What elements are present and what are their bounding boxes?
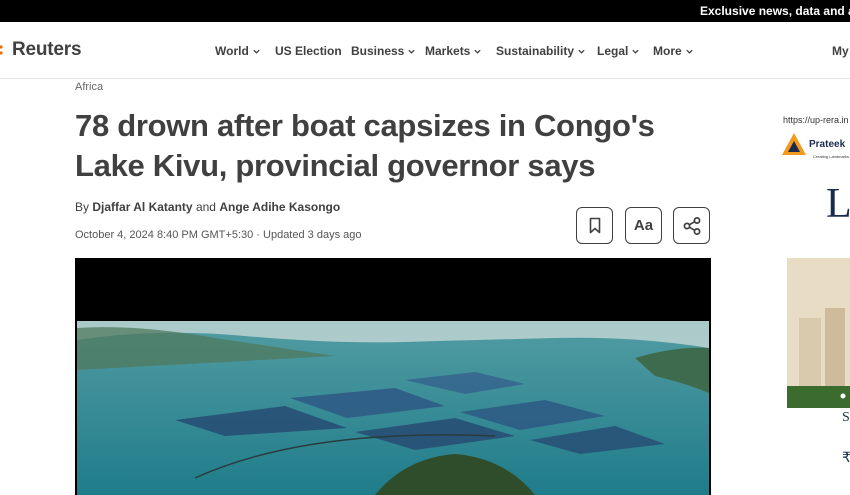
save-article-button[interactable] bbox=[576, 207, 613, 244]
chevron-down-icon bbox=[578, 49, 585, 54]
nav-markets[interactable]: Markets bbox=[425, 44, 482, 58]
nav-label: Markets bbox=[425, 44, 471, 58]
byline: By Djaffar Al Katanty and Ange Adihe Kas… bbox=[75, 200, 340, 214]
reuters-logo[interactable]: Reuters bbox=[0, 39, 82, 61]
share-icon bbox=[683, 216, 700, 235]
brand-name: Reuters bbox=[12, 39, 82, 60]
share-button[interactable] bbox=[673, 207, 710, 244]
byline-prefix: By bbox=[75, 200, 90, 214]
nav-business[interactable]: Business bbox=[351, 44, 416, 58]
nav-label: Business bbox=[351, 44, 405, 58]
nav-label: World bbox=[215, 44, 249, 58]
nav-label: US Election bbox=[275, 44, 342, 58]
text-size-button[interactable]: Aa bbox=[625, 207, 662, 244]
nav-label: Sustainability bbox=[496, 44, 575, 58]
publish-date: October 4, 2024 8:40 PM GMT+5:30 · Updat… bbox=[75, 229, 362, 241]
ad-tagline: Creating Landmarks bbox=[813, 154, 850, 159]
chevron-down-icon bbox=[474, 49, 482, 54]
nav-label: Legal bbox=[597, 44, 629, 58]
author-link[interactable]: Ange Adihe Kasongo bbox=[219, 200, 340, 214]
ad-brand-logo: Prateek bbox=[781, 132, 845, 156]
byline-conjunction: and bbox=[195, 200, 216, 214]
ad-glyph: S bbox=[842, 410, 850, 425]
nav-world[interactable]: World bbox=[215, 44, 261, 58]
promo-bar: Exclusive news, data and analytics bbox=[0, 0, 850, 22]
chevron-down-icon bbox=[686, 49, 693, 54]
sidebar-advertisement[interactable]: https://up-rera.in Prateek Creating Land… bbox=[778, 110, 850, 495]
reuters-logo-icon bbox=[0, 45, 3, 55]
building-photo bbox=[787, 258, 850, 408]
chevron-down-icon bbox=[253, 49, 260, 54]
nav-us-election[interactable]: US Election bbox=[275, 44, 342, 58]
nav-label: More bbox=[653, 44, 682, 58]
nav-legal[interactable]: Legal bbox=[597, 44, 640, 58]
ad-url: https://up-rera.in bbox=[783, 115, 849, 125]
ad-heading-letter: L bbox=[826, 181, 850, 227]
ad-brand-name: Prateek bbox=[809, 138, 846, 150]
ad-glyph: ₹ bbox=[842, 451, 850, 466]
account-label: My bbox=[832, 44, 849, 58]
my-account-link[interactable]: My bbox=[832, 44, 849, 58]
nav-more[interactable]: More bbox=[653, 44, 694, 58]
author-link[interactable]: Djaffar Al Katanty bbox=[92, 200, 192, 214]
chevron-down-icon bbox=[632, 49, 639, 54]
promo-text[interactable]: Exclusive news, data and analytics bbox=[700, 4, 850, 18]
bookmark-icon bbox=[589, 217, 600, 234]
text-size-label: Aa bbox=[633, 217, 654, 234]
article-headline: 78 drown after boat capsizes in Congo's … bbox=[75, 108, 655, 183]
lead-video[interactable] bbox=[75, 258, 711, 495]
nav-sustainability[interactable]: Sustainability bbox=[496, 44, 586, 58]
triangle-logo-icon bbox=[782, 133, 806, 155]
section-breadcrumb[interactable]: Africa bbox=[75, 81, 103, 93]
chevron-down-icon bbox=[408, 49, 416, 54]
lake-scene-image bbox=[75, 258, 711, 495]
site-header: Reuters World US Election Business Marke… bbox=[0, 22, 850, 79]
